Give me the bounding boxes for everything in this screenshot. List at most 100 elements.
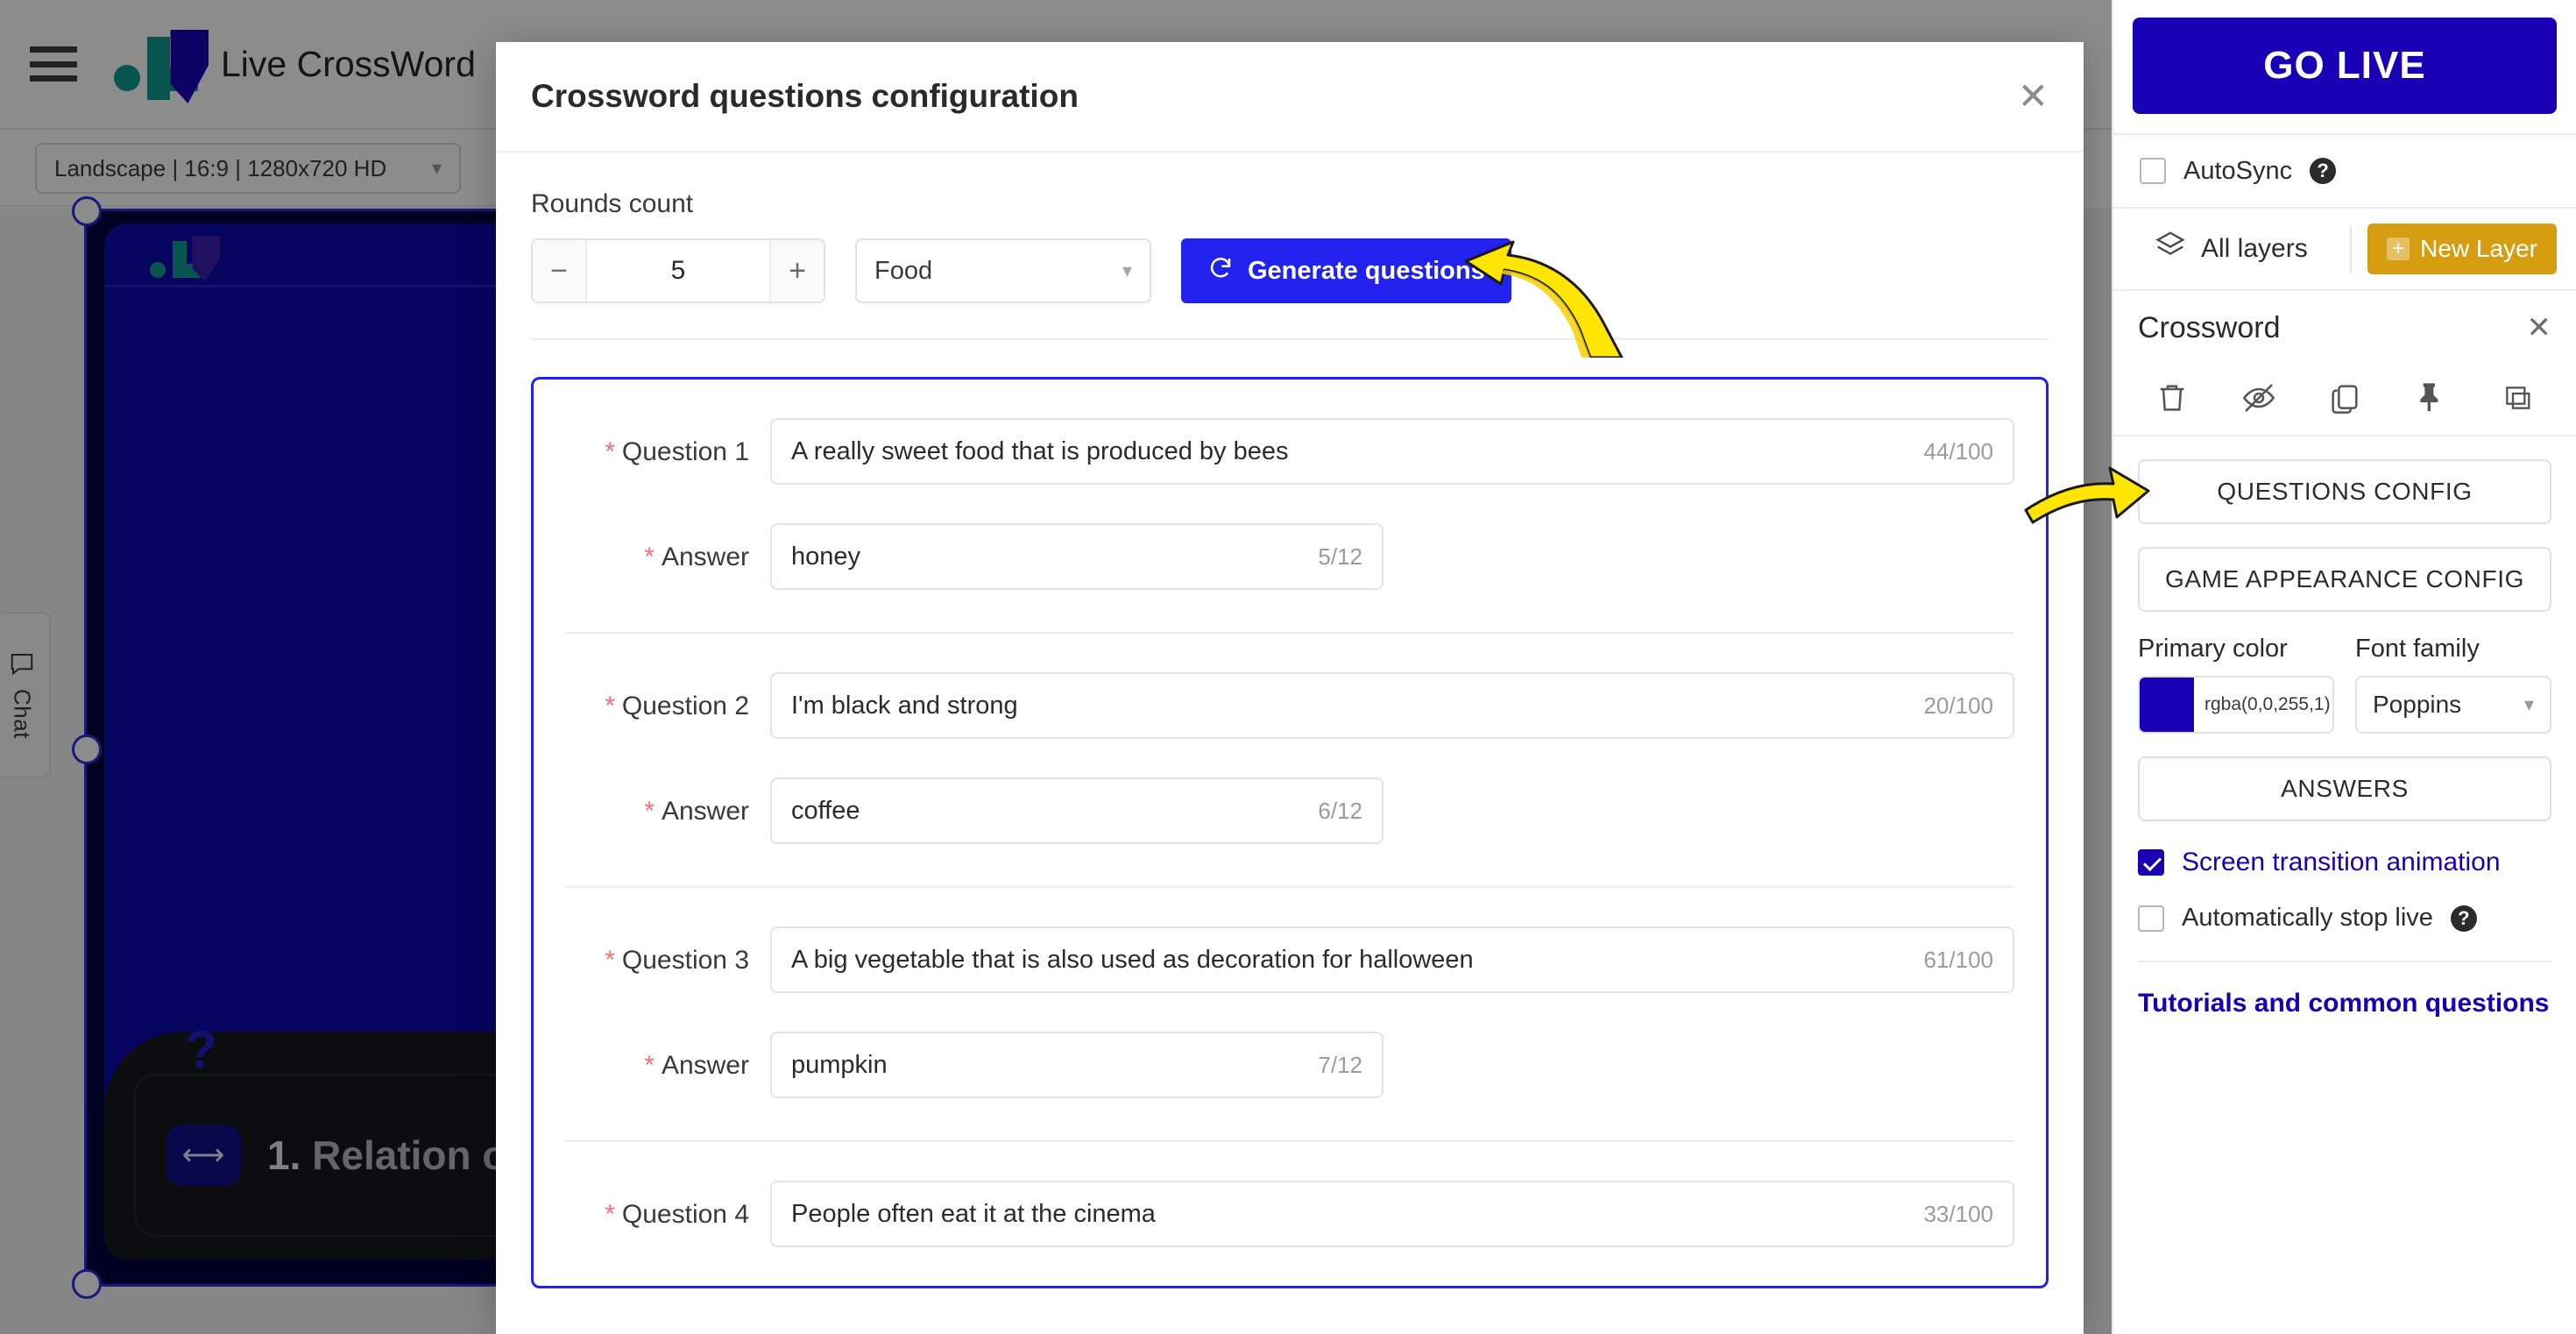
- new-layer-label: New Layer: [2420, 235, 2537, 262]
- question-field-row: * Question 4 People often eat it at the c…: [565, 1142, 2014, 1247]
- pin-icon[interactable]: [2413, 380, 2448, 420]
- question-input[interactable]: I'm black and strong 20/100: [770, 672, 2014, 739]
- question-value: A really sweet food that is produced by …: [791, 436, 1289, 465]
- answer-label: *Answer: [565, 1286, 749, 1288]
- font-family-caption: Font family: [2355, 635, 2480, 663]
- primary-color-field[interactable]: rgba(0,0,255,1): [2138, 676, 2334, 734]
- close-icon[interactable]: ✕: [2018, 78, 2049, 115]
- plus-icon: +: [2387, 238, 2410, 260]
- refresh-icon: [1207, 254, 1234, 287]
- primary-color-group: Primary color rgba(0,0,255,1): [2138, 635, 2334, 734]
- questions-config-button[interactable]: QUESTIONS CONFIG: [2138, 459, 2551, 524]
- answer-input[interactable]: pumpkin 7/12: [770, 1032, 1384, 1098]
- char-counter: 7/12: [1318, 1051, 1362, 1078]
- answer-label: *Answer: [644, 1051, 749, 1080]
- category-value: Food: [874, 256, 933, 285]
- generate-questions-button[interactable]: Generate questions: [1181, 238, 1511, 303]
- question-input[interactable]: People often eat it at the cinema 33/100: [770, 1181, 2014, 1247]
- char-counter: 44/100: [1923, 437, 1993, 465]
- font-family-value: Poppins: [2373, 691, 2462, 718]
- increment-button[interactable]: +: [769, 240, 824, 302]
- layer-title: Crossword: [2138, 310, 2281, 344]
- appearance-fields: Primary color rgba(0,0,255,1) Font famil…: [2113, 612, 2576, 734]
- questions-list: * Question 1 A really sweet food that is …: [531, 377, 2049, 1288]
- char-counter: 33/100: [1923, 1200, 1993, 1227]
- screen-transition-label: Screen transition animation: [2182, 848, 2501, 876]
- font-family-select[interactable]: Poppins ▾: [2355, 676, 2551, 734]
- answer-input[interactable]: honey 5/12: [770, 523, 1384, 590]
- go-live-button[interactable]: GO LIVE: [2133, 18, 2557, 114]
- auto-stop-row: Automatically stop live ?: [2113, 904, 2576, 933]
- answers-button[interactable]: ANSWERS: [2138, 756, 2551, 821]
- rounds-count-value[interactable]: 5: [587, 240, 769, 302]
- required-mark: *: [644, 1051, 655, 1080]
- category-select[interactable]: Food ▾: [855, 238, 1151, 303]
- layer-tools: [2113, 365, 2576, 436]
- answer-value: coffee: [791, 796, 860, 825]
- char-counter: 5/12: [1318, 543, 1362, 570]
- chevron-down-icon: ▾: [2523, 693, 2534, 715]
- duplicate-icon[interactable]: [2327, 380, 2362, 420]
- primary-color-caption: Primary color: [2138, 635, 2288, 663]
- eye-off-icon[interactable]: [2241, 380, 2276, 420]
- question-group: * Question 4 People often eat it at the c…: [534, 1142, 2046, 1288]
- all-layers-button[interactable]: All layers: [2133, 229, 2334, 269]
- generate-questions-label: Generate questions: [1248, 256, 1485, 285]
- help-circle-icon[interactable]: ?: [2450, 905, 2477, 932]
- answer-input[interactable]: coffee 6/12: [770, 777, 1384, 844]
- modal-header: Crossword questions configuration ✕: [496, 42, 2084, 153]
- all-layers-label: All layers: [2201, 234, 2308, 263]
- tutorials-link[interactable]: Tutorials and common questions: [2113, 962, 2576, 1018]
- game-appearance-config-button[interactable]: GAME APPEARANCE CONFIG: [2138, 547, 2551, 612]
- question-group: * Question 1 A really sweet food that is …: [534, 380, 2046, 634]
- close-icon[interactable]: ✕: [2527, 310, 2552, 345]
- screen-transition-checkbox[interactable]: [2138, 849, 2164, 876]
- new-layer-button[interactable]: + New Layer: [2367, 224, 2557, 274]
- autosync-checkbox[interactable]: [2140, 158, 2166, 184]
- question-value: I'm black and strong: [791, 691, 1018, 720]
- question-input[interactable]: A big vegetable that is also used as dec…: [770, 926, 2014, 993]
- question-label: * Question 1: [605, 437, 749, 466]
- required-mark: *: [605, 1200, 615, 1229]
- transform-icon[interactable]: [2500, 380, 2535, 420]
- answer-field-row: *Answer popcorn 7/12: [565, 1247, 2014, 1288]
- layers-icon: [2154, 229, 2187, 269]
- required-mark: *: [644, 797, 655, 826]
- generation-controls: − 5 + Food ▾ Generate questions: [531, 238, 2049, 303]
- modal-body: Rounds count − 5 + Food ▾ Generate quest…: [496, 153, 2084, 1334]
- answer-input[interactable]: popcorn 7/12: [770, 1286, 1384, 1288]
- trash-icon[interactable]: [2155, 380, 2190, 420]
- rounds-count-label: Rounds count: [531, 189, 694, 218]
- question-label: * Question 2: [605, 692, 749, 720]
- char-counter: 6/12: [1318, 797, 1362, 824]
- right-sidebar: GO LIVE AutoSync ? All layers + New Laye…: [2112, 0, 2576, 1334]
- divider: [531, 338, 2049, 340]
- auto-stop-checkbox[interactable]: [2138, 905, 2164, 932]
- question-input[interactable]: A really sweet food that is produced by …: [770, 418, 2014, 485]
- primary-color-value: rgba(0,0,255,1): [2204, 694, 2331, 714]
- auto-stop-label: Automatically stop live: [2182, 904, 2433, 932]
- required-mark: *: [605, 692, 615, 720]
- decrement-button[interactable]: −: [533, 240, 587, 302]
- answer-field-row: * Answer honey 5/12: [565, 485, 2014, 590]
- questions-config-modal: Crossword questions configuration ✕ Roun…: [496, 42, 2084, 1334]
- question-label: * Question 3: [605, 946, 749, 975]
- required-mark: *: [605, 437, 615, 466]
- answer-label: *Answer: [644, 797, 749, 826]
- autosync-label: AutoSync: [2183, 156, 2293, 185]
- char-counter: 20/100: [1923, 692, 1993, 719]
- divider: [2350, 225, 2353, 273]
- layer-header: Crossword ✕: [2113, 291, 2576, 365]
- question-value: People often eat it at the cinema: [791, 1199, 1156, 1228]
- screen-transition-row: Screen transition animation: [2113, 848, 2576, 877]
- layers-row: All layers + New Layer: [2113, 209, 2576, 291]
- color-swatch[interactable]: [2140, 678, 2194, 732]
- question-field-row: * Question 3 A big vegetable that is also…: [565, 888, 2014, 993]
- char-counter: 61/100: [1923, 946, 1993, 973]
- required-mark: *: [644, 543, 655, 571]
- chevron-down-icon: ▾: [1122, 259, 1132, 281]
- help-circle-icon[interactable]: ?: [2310, 158, 2337, 184]
- answer-field-row: * Answer pumpkin 7/12: [565, 993, 2014, 1098]
- answer-field-row: * Answer coffee 6/12: [565, 739, 2014, 844]
- rounds-count-stepper[interactable]: − 5 +: [531, 238, 825, 303]
